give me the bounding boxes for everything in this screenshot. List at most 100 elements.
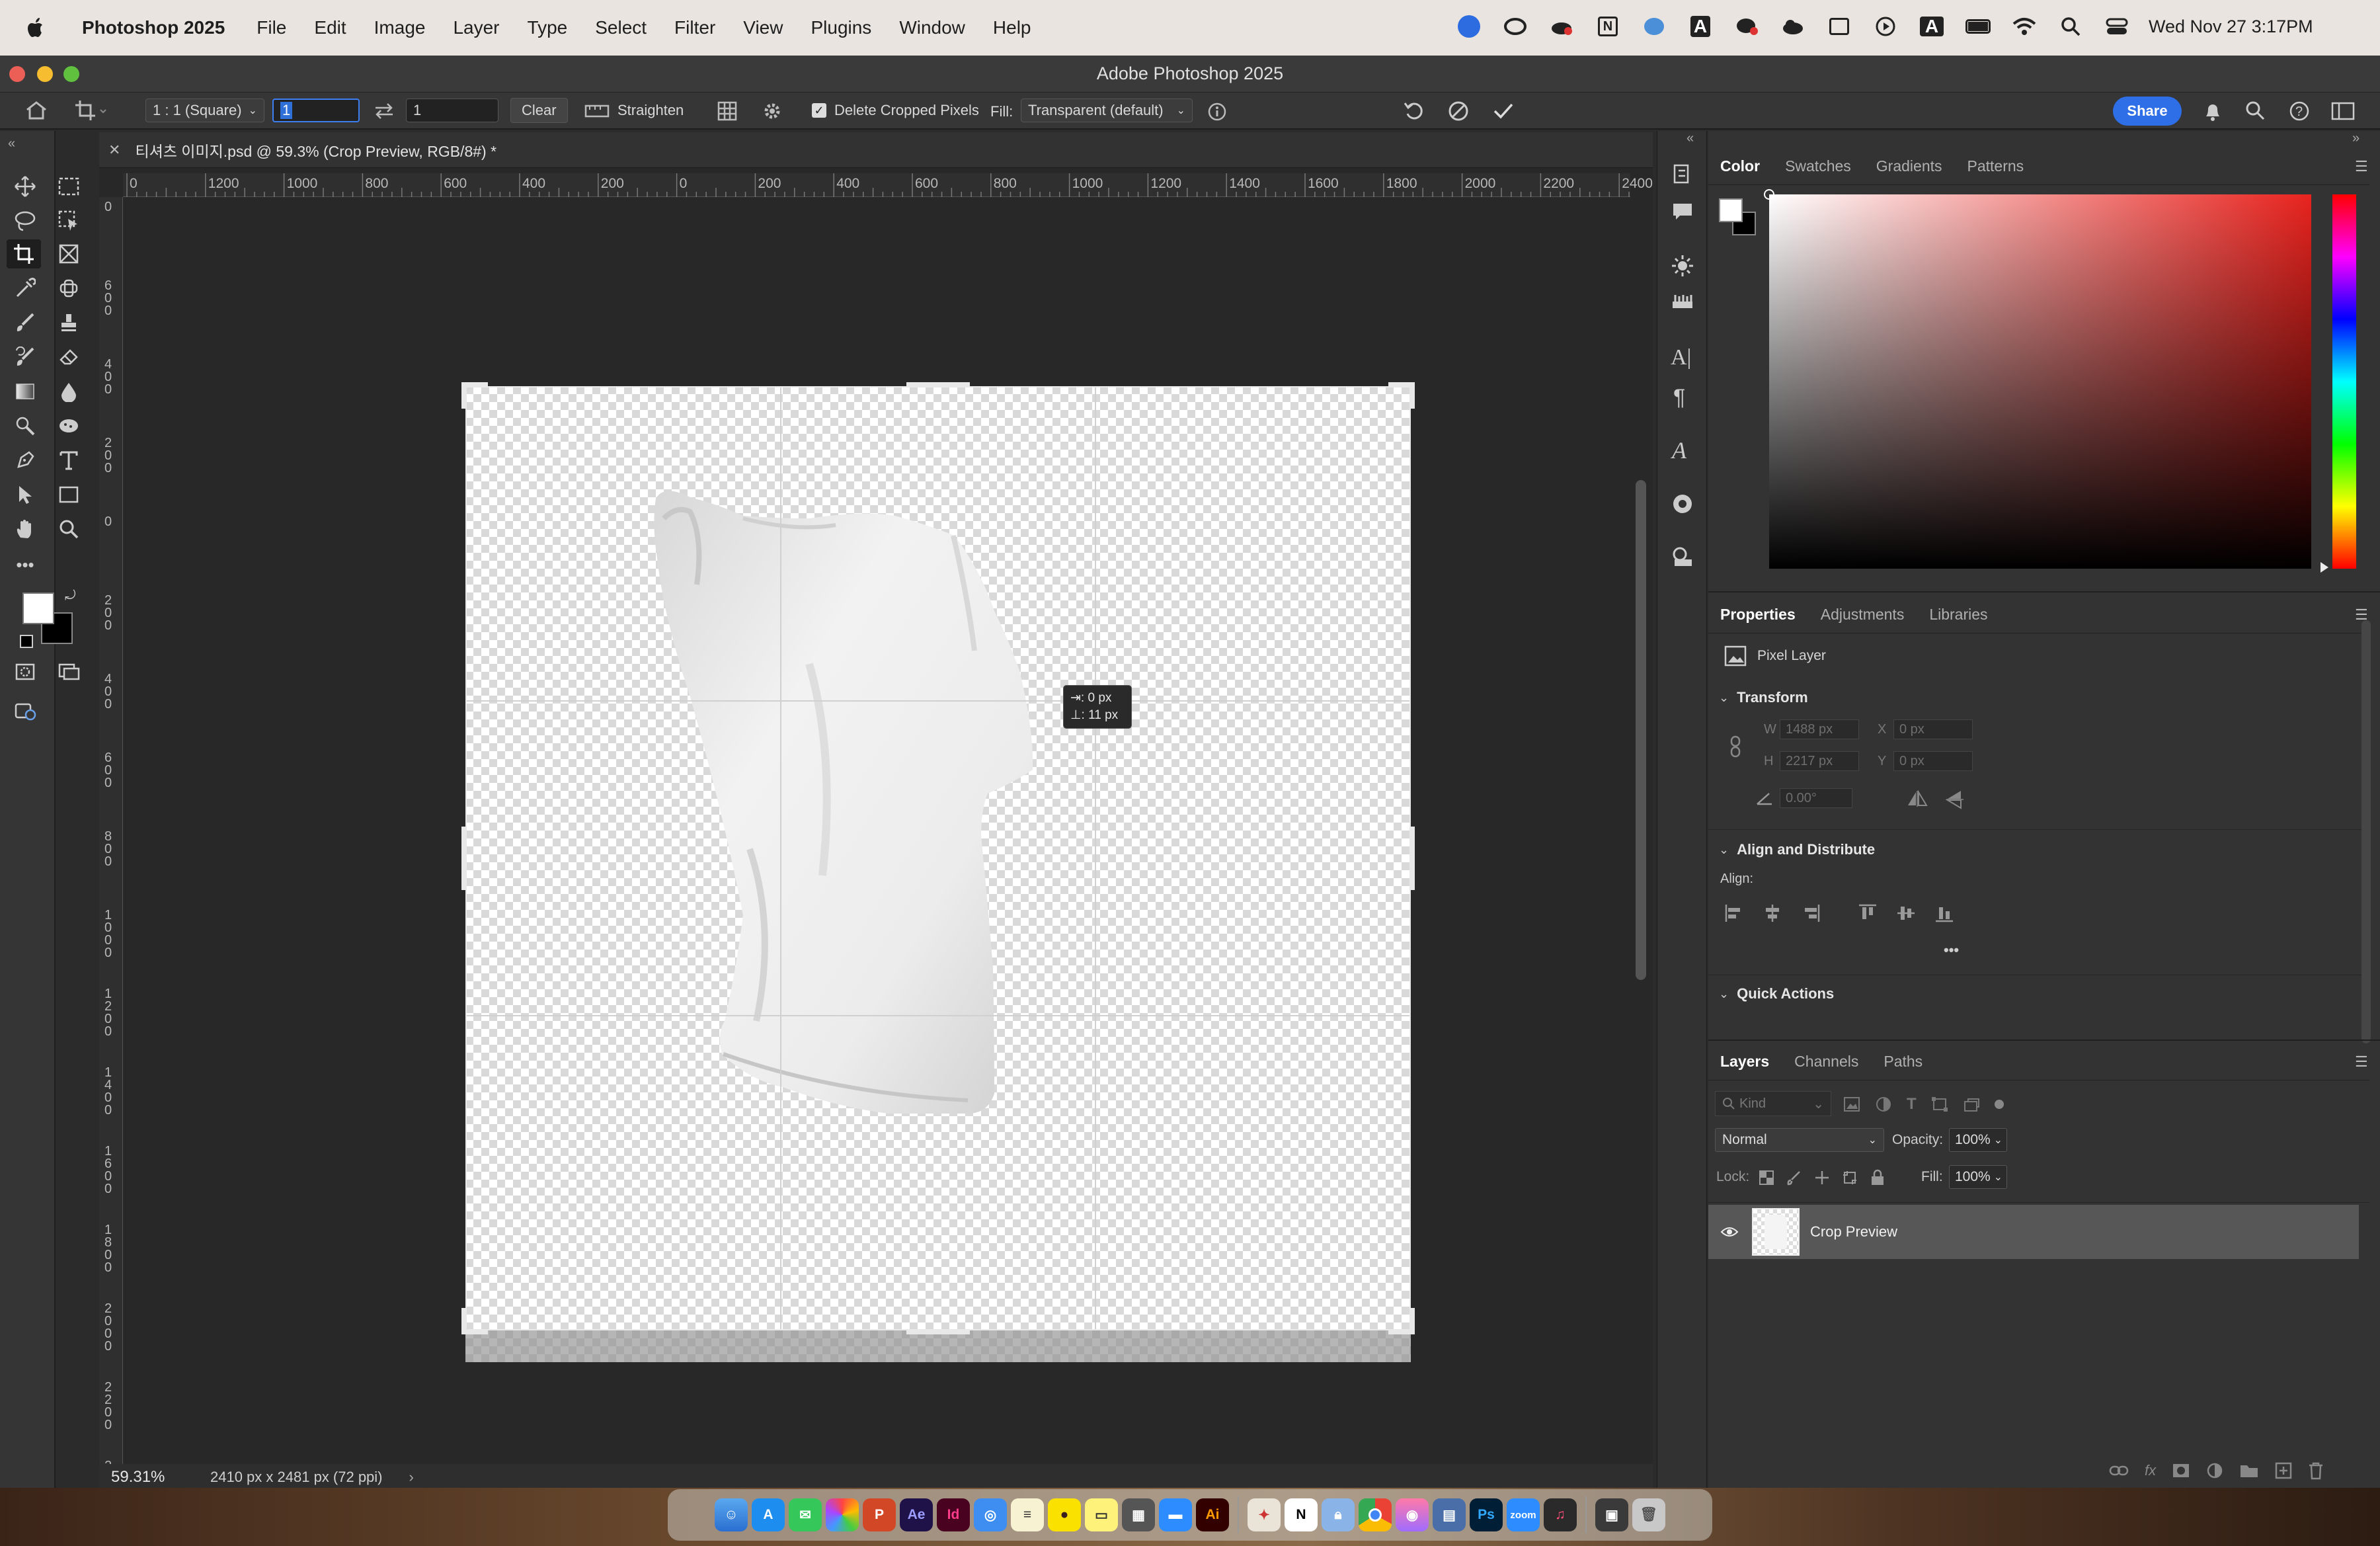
tab-patterns[interactable]: Patterns bbox=[1967, 157, 2024, 175]
zoom-tray-icon[interactable] bbox=[1457, 15, 1481, 38]
input-source-icon[interactable]: A bbox=[1920, 15, 1944, 38]
filter-smart-object-icon[interactable] bbox=[1963, 1096, 1980, 1112]
filter-type-icon[interactable]: T bbox=[1907, 1095, 1917, 1114]
swap-colors-icon[interactable]: ⤾ bbox=[65, 589, 76, 604]
crop-handle-top[interactable] bbox=[906, 382, 970, 387]
control-center-icon[interactable] bbox=[2105, 15, 2129, 38]
character-panel-icon[interactable]: A| bbox=[1671, 345, 1691, 370]
dock-music-icon[interactable]: ♫ bbox=[1544, 1498, 1577, 1531]
horizontal-ruler[interactable]: 0 1200 1000 800 600 400 200 0 200 400 600 800 1000 12… bbox=[123, 173, 1653, 197]
tab-color[interactable]: Color bbox=[1720, 157, 1760, 175]
crop-tool-icon[interactable] bbox=[7, 239, 41, 268]
history-brush-tool-icon[interactable] bbox=[8, 343, 42, 372]
learn-panel-icon[interactable] bbox=[1671, 545, 1694, 569]
layers-panel-menu-icon[interactable]: ☰ bbox=[2355, 1053, 2368, 1071]
gear-icon[interactable] bbox=[762, 101, 783, 122]
generative-tool-icon[interactable] bbox=[8, 697, 42, 726]
foreground-color-front[interactable] bbox=[22, 592, 54, 624]
dock-keychain-icon[interactable]: 🔒︎ bbox=[1322, 1498, 1355, 1531]
dock-zoom-icon[interactable]: ▬ bbox=[1159, 1498, 1192, 1531]
align-section-header[interactable]: ⌄ Align and Distribute bbox=[1719, 841, 1875, 858]
crop-handle-left[interactable] bbox=[461, 827, 467, 890]
font-tray-icon[interactable]: A bbox=[1688, 15, 1712, 38]
default-colors-icon[interactable] bbox=[20, 635, 33, 648]
notion-tray-icon[interactable]: N bbox=[1596, 15, 1620, 38]
height-field[interactable]: 2217 px bbox=[1780, 751, 1859, 771]
new-group-icon[interactable] bbox=[2239, 1463, 2259, 1479]
zoom-tool-icon[interactable] bbox=[52, 514, 86, 544]
menu-help[interactable]: Help bbox=[993, 17, 1031, 38]
align-top-icon[interactable] bbox=[1858, 903, 1878, 923]
bird-tray-icon[interactable] bbox=[1642, 15, 1666, 38]
menu-file[interactable]: File bbox=[257, 17, 286, 38]
menu-layer[interactable]: Layer bbox=[453, 17, 499, 38]
quick-actions-header[interactable]: ⌄ Quick Actions bbox=[1719, 985, 1834, 1002]
dock-kakaotalk-icon[interactable]: ● bbox=[1048, 1498, 1081, 1531]
hue-slider-marker-icon[interactable] bbox=[2320, 562, 2328, 573]
dock-mail-tray-icon[interactable]: ▤ bbox=[1433, 1498, 1466, 1531]
expand-panels-icon[interactable]: « bbox=[1686, 131, 1694, 146]
dock-trash-icon[interactable]: 🗑︎ bbox=[1632, 1498, 1665, 1531]
crop-height-input[interactable]: 1 bbox=[406, 99, 498, 122]
lock-transparency-icon[interactable] bbox=[1759, 1170, 1774, 1186]
opacity-field[interactable]: 100% ⌄ bbox=[1949, 1128, 2007, 1152]
paragraph-panel-icon[interactable]: ¶ bbox=[1673, 385, 1685, 411]
lock-artboard-icon[interactable] bbox=[1842, 1170, 1858, 1186]
reset-crop-icon[interactable] bbox=[1403, 99, 1427, 123]
play-tray-icon[interactable] bbox=[1874, 15, 1897, 38]
dock-finder-icon[interactable]: ☺ bbox=[715, 1498, 748, 1531]
lasso-tool-icon[interactable] bbox=[8, 206, 42, 235]
zoom-level[interactable]: 59.31% bbox=[111, 1468, 190, 1486]
crop-handle-top-right[interactable] bbox=[1388, 382, 1415, 409]
dock-files-icon[interactable]: ▣ bbox=[1595, 1498, 1628, 1531]
dock-preview-icon[interactable]: ◉ bbox=[1396, 1498, 1429, 1531]
workspace-icon[interactable] bbox=[2331, 102, 2355, 120]
dock-illustrator-icon[interactable]: Ai bbox=[1196, 1498, 1229, 1531]
angle-field[interactable]: 0.00° bbox=[1780, 788, 1852, 808]
blur-tool-icon[interactable] bbox=[52, 377, 86, 406]
menu-filter[interactable]: Filter bbox=[674, 17, 715, 38]
cloud-sync-icon[interactable] bbox=[1550, 15, 1573, 38]
dock-app-store-icon[interactable]: A bbox=[752, 1498, 785, 1531]
vertical-scrollbar[interactable] bbox=[1636, 480, 1646, 980]
sponge-tool-icon[interactable] bbox=[52, 411, 86, 440]
tab-properties[interactable]: Properties bbox=[1720, 606, 1796, 624]
crop-handle-bottom[interactable] bbox=[906, 1329, 970, 1334]
pen-tool-icon[interactable] bbox=[8, 446, 42, 475]
document-tab[interactable]: ✕ 티셔츠 이미지.psd @ 59.3% (Crop Preview, RGB… bbox=[99, 132, 1653, 168]
align-horizontal-center-icon[interactable] bbox=[1763, 903, 1782, 923]
fill-dropdown[interactable]: Transparent (default) ⌄ bbox=[1021, 99, 1193, 122]
menu-edit[interactable]: Edit bbox=[314, 17, 346, 38]
delete-layer-icon[interactable] bbox=[2308, 1461, 2324, 1480]
rectangle-tool-icon[interactable] bbox=[52, 480, 86, 509]
dock-mail-icon[interactable]: ✦ bbox=[1248, 1498, 1281, 1531]
menu-image[interactable]: Image bbox=[374, 17, 426, 38]
history-panel-icon[interactable] bbox=[1671, 163, 1694, 186]
help-icon[interactable]: ? bbox=[2289, 101, 2310, 122]
window-tray-icon[interactable] bbox=[1827, 15, 1851, 38]
frame-tool-icon[interactable] bbox=[52, 239, 86, 268]
app-menu[interactable]: Photoshop 2025 bbox=[82, 17, 225, 38]
menu-select[interactable]: Select bbox=[595, 17, 647, 38]
eraser-tool-icon[interactable] bbox=[52, 343, 86, 372]
properties-scrollbar[interactable] bbox=[2361, 620, 2371, 1043]
filter-adjustment-icon[interactable] bbox=[1875, 1096, 1892, 1112]
vertical-ruler[interactable]: 0 600 400 200 0 200 400 600 800 1000 1200 1400 1600 1… bbox=[99, 197, 123, 1510]
tab-adjustments[interactable]: Adjustments bbox=[1821, 606, 1905, 624]
quick-mask-icon[interactable] bbox=[8, 657, 42, 686]
clear-button[interactable]: Clear bbox=[510, 98, 568, 123]
filter-shape-icon[interactable] bbox=[1931, 1096, 1948, 1112]
tab-channels[interactable]: Channels bbox=[1794, 1053, 1858, 1071]
lock-all-icon[interactable] bbox=[1870, 1169, 1885, 1186]
link-layers-icon[interactable] bbox=[2109, 1464, 2129, 1477]
spot-healing-tool-icon[interactable] bbox=[52, 274, 86, 303]
menu-view[interactable]: View bbox=[743, 17, 783, 38]
lock-position-icon[interactable] bbox=[1814, 1170, 1830, 1186]
crop-handle-bottom-right[interactable] bbox=[1388, 1308, 1415, 1334]
grid-overlay-icon[interactable] bbox=[717, 101, 738, 122]
blend-mode-dropdown[interactable]: Normal ⌄ bbox=[1715, 1128, 1884, 1152]
more-options-icon[interactable]: ••• bbox=[1944, 942, 1959, 959]
filter-pixel-icon[interactable] bbox=[1843, 1096, 1860, 1112]
collapse-panels-icon[interactable]: » bbox=[2352, 131, 2360, 146]
flip-horizontal-icon[interactable] bbox=[1907, 790, 1928, 808]
